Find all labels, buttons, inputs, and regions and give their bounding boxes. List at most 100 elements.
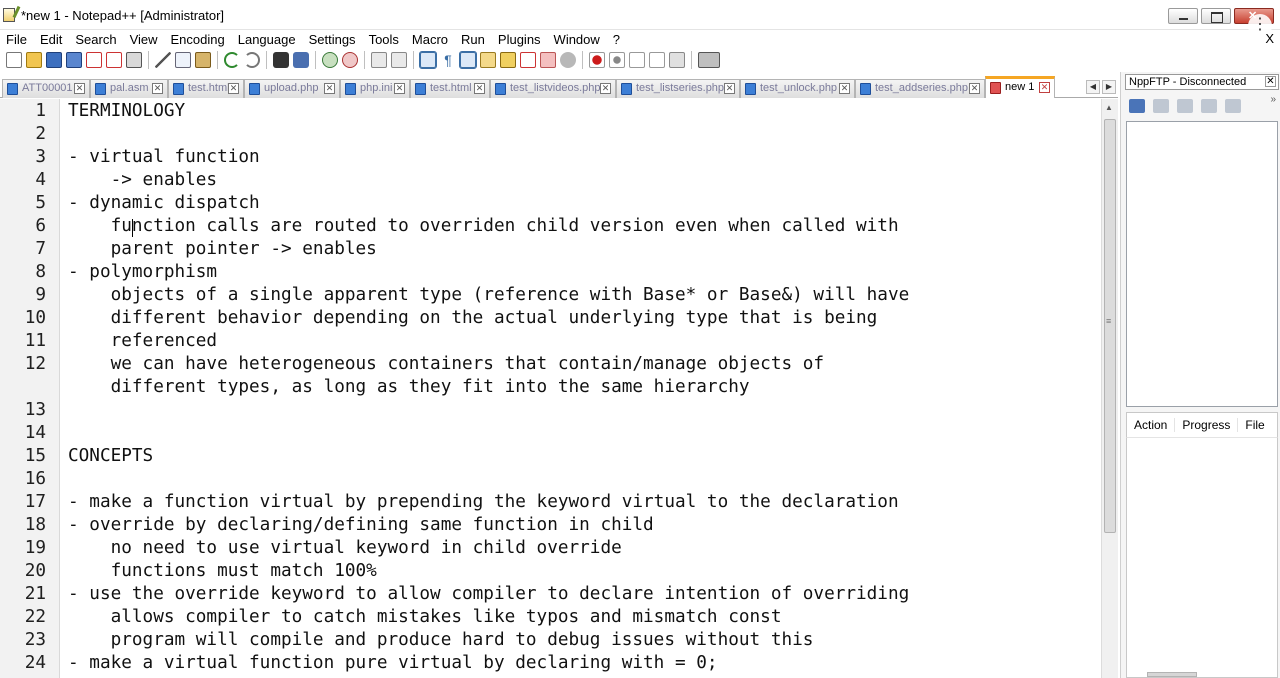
- editor-line[interactable]: 13: [0, 399, 1100, 422]
- save-icon[interactable]: [46, 52, 62, 68]
- line-text[interactable]: - use the override keyword to allow comp…: [68, 583, 909, 606]
- tab-close-icon[interactable]: ✕: [228, 83, 239, 94]
- sync-v-icon[interactable]: [371, 52, 387, 68]
- ftp-toolbar-more-icon[interactable]: »: [1270, 94, 1276, 105]
- close-icon[interactable]: [86, 52, 102, 68]
- editor-line[interactable]: different types, as long as they fit int…: [0, 376, 1100, 399]
- menu-macro[interactable]: Macro: [405, 32, 454, 47]
- menu-plugins[interactable]: Plugins: [491, 32, 547, 47]
- line-text[interactable]: objects of a single apparent type (refer…: [68, 284, 910, 307]
- menu-edit[interactable]: Edit: [33, 32, 68, 47]
- editor-line[interactable]: 19 no need to use virtual keyword in chi…: [0, 537, 1100, 560]
- tab-att00001[interactable]: ATT00001 ✕: [2, 79, 90, 98]
- ftp-connect-icon[interactable]: [1129, 99, 1145, 113]
- minimize-button[interactable]: [1168, 8, 1198, 24]
- menu-language[interactable]: Language: [231, 32, 302, 47]
- editor-line[interactable]: 3 - virtual function: [0, 146, 1100, 169]
- tab-test-unlock-php[interactable]: test_unlock.php ✕: [740, 79, 855, 98]
- open-file-icon[interactable]: [26, 52, 42, 68]
- line-text[interactable]: no need to use virtual keyword in child …: [68, 537, 622, 560]
- scroll-up-arrow-icon[interactable]: ▲: [1105, 103, 1113, 112]
- tab-close-icon[interactable]: ✕: [969, 83, 980, 94]
- tab-close-icon[interactable]: ✕: [724, 83, 735, 94]
- editor-line[interactable]: 22 allows compiler to catch mistakes lik…: [0, 606, 1100, 629]
- tab-test-addseries-php[interactable]: test_addseries.php ✕: [855, 79, 985, 98]
- line-text[interactable]: - virtual function: [68, 146, 260, 169]
- line-text[interactable]: - make a virtual function pure virtual b…: [68, 652, 718, 675]
- menu-file[interactable]: File: [0, 32, 33, 47]
- line-text[interactable]: - make a function virtual by prepending …: [68, 491, 899, 514]
- tab-test-listseries-php[interactable]: test_listseries.php ✕: [616, 79, 740, 98]
- udl-icon[interactable]: [480, 52, 496, 68]
- tab-close-icon[interactable]: ✕: [474, 83, 485, 94]
- line-text[interactable]: different types, as long as they fit int…: [68, 376, 750, 399]
- tab-upload-php[interactable]: upload.php ✕: [244, 79, 340, 98]
- line-text[interactable]: -> enables: [68, 169, 218, 192]
- all-chars-icon[interactable]: ¶: [440, 52, 456, 68]
- editor-line[interactable]: 15 CONCEPTS: [0, 445, 1100, 468]
- tab-test-html[interactable]: test.html ✕: [168, 79, 244, 98]
- editor-line[interactable]: 12 we can have heterogeneous containers …: [0, 353, 1100, 376]
- queue-column-file[interactable]: File: [1238, 418, 1271, 432]
- ftp-close-button[interactable]: ✕: [1265, 76, 1276, 87]
- new-file-icon[interactable]: [6, 52, 22, 68]
- line-text[interactable]: - override by declaring/defining same fu…: [68, 514, 654, 537]
- transfer-queue-list[interactable]: [1126, 437, 1278, 678]
- editor-line[interactable]: 6 function calls are routed to overriden…: [0, 215, 1100, 238]
- tab-close-icon[interactable]: ✕: [1039, 82, 1050, 93]
- editor-line[interactable]: 16: [0, 468, 1100, 491]
- editor-line[interactable]: 24 - make a virtual function pure virtual…: [0, 652, 1100, 675]
- menu-run[interactable]: Run: [454, 32, 491, 47]
- ftp-refresh-icon[interactable]: [1225, 99, 1241, 113]
- find-icon[interactable]: [273, 52, 289, 68]
- menu-help[interactable]: ?: [606, 32, 626, 47]
- menu-tools[interactable]: Tools: [362, 32, 405, 47]
- tab-new-1[interactable]: new 1 ✕: [985, 76, 1055, 98]
- editor-line[interactable]: 5 - dynamic dispatch: [0, 192, 1100, 215]
- tab-close-icon[interactable]: ✕: [394, 83, 405, 94]
- line-text[interactable]: functions must match 100%: [68, 560, 377, 583]
- tab-php-ini[interactable]: php.ini ✕: [340, 79, 410, 98]
- line-text[interactable]: allows compiler to catch mistakes like t…: [68, 606, 782, 629]
- line-text[interactable]: CONCEPTS: [68, 445, 153, 468]
- scrollbar-thumb[interactable]: ≡: [1104, 119, 1116, 533]
- menu-encoding[interactable]: Encoding: [164, 32, 231, 47]
- print-icon[interactable]: [126, 52, 142, 68]
- editor-line[interactable]: 2: [0, 123, 1100, 146]
- replace-icon[interactable]: [293, 52, 309, 68]
- tab-test-html[interactable]: test.html ✕: [410, 79, 490, 98]
- ftp-directory-tree[interactable]: [1126, 121, 1278, 407]
- close-document-menu-button[interactable]: X: [1265, 31, 1274, 46]
- undo-icon[interactable]: [224, 52, 240, 68]
- editor-line[interactable]: 23 program will compile and produce hard…: [0, 629, 1100, 652]
- menu-search[interactable]: Search: [68, 32, 122, 47]
- play-macro-icon[interactable]: [629, 52, 645, 68]
- editor-line[interactable]: 7 parent pointer -> enables: [0, 238, 1100, 261]
- menu-view[interactable]: View: [123, 32, 164, 47]
- editor-line[interactable]: 20 functions must match 100%: [0, 560, 1100, 583]
- close-all-icon[interactable]: [106, 52, 122, 68]
- line-text[interactable]: program will compile and produce hard to…: [68, 629, 814, 652]
- line-text[interactable]: different behavior depending on the actu…: [68, 307, 878, 330]
- line-text[interactable]: we can have heterogeneous containers tha…: [68, 353, 824, 376]
- editor-line[interactable]: 14: [0, 422, 1100, 445]
- editor-line[interactable]: 11 referenced: [0, 330, 1100, 353]
- editor-line[interactable]: 18 - override by declaring/defining same …: [0, 514, 1100, 537]
- monitoring-icon[interactable]: [560, 52, 576, 68]
- line-text[interactable]: - polymorphism: [68, 261, 217, 284]
- text-editor[interactable]: 1 TERMINOLOGY 2 3- virtual function 4 -> ena…: [0, 99, 1118, 678]
- ftp-download-icon[interactable]: [1177, 99, 1193, 113]
- tab-close-icon[interactable]: ✕: [324, 83, 335, 94]
- indent-guide-icon[interactable]: [459, 51, 477, 69]
- queue-column-progress[interactable]: Progress: [1175, 418, 1239, 432]
- function-list-icon[interactable]: [520, 52, 536, 68]
- menu-settings[interactable]: Settings: [302, 32, 362, 47]
- tab-test-listvideos-php[interactable]: test_listvideos.php ✕: [490, 79, 616, 98]
- tab-scroll-left-button[interactable]: ◀: [1086, 80, 1100, 94]
- paste-icon[interactable]: [195, 52, 211, 68]
- tab-close-icon[interactable]: ✕: [600, 83, 611, 94]
- line-text[interactable]: referenced: [68, 330, 218, 353]
- editor-line[interactable]: 8 - polymorphism: [0, 261, 1100, 284]
- ftp-plugin-icon[interactable]: [698, 52, 720, 68]
- editor-line[interactable]: 21 - use the override keyword to allow co…: [0, 583, 1100, 606]
